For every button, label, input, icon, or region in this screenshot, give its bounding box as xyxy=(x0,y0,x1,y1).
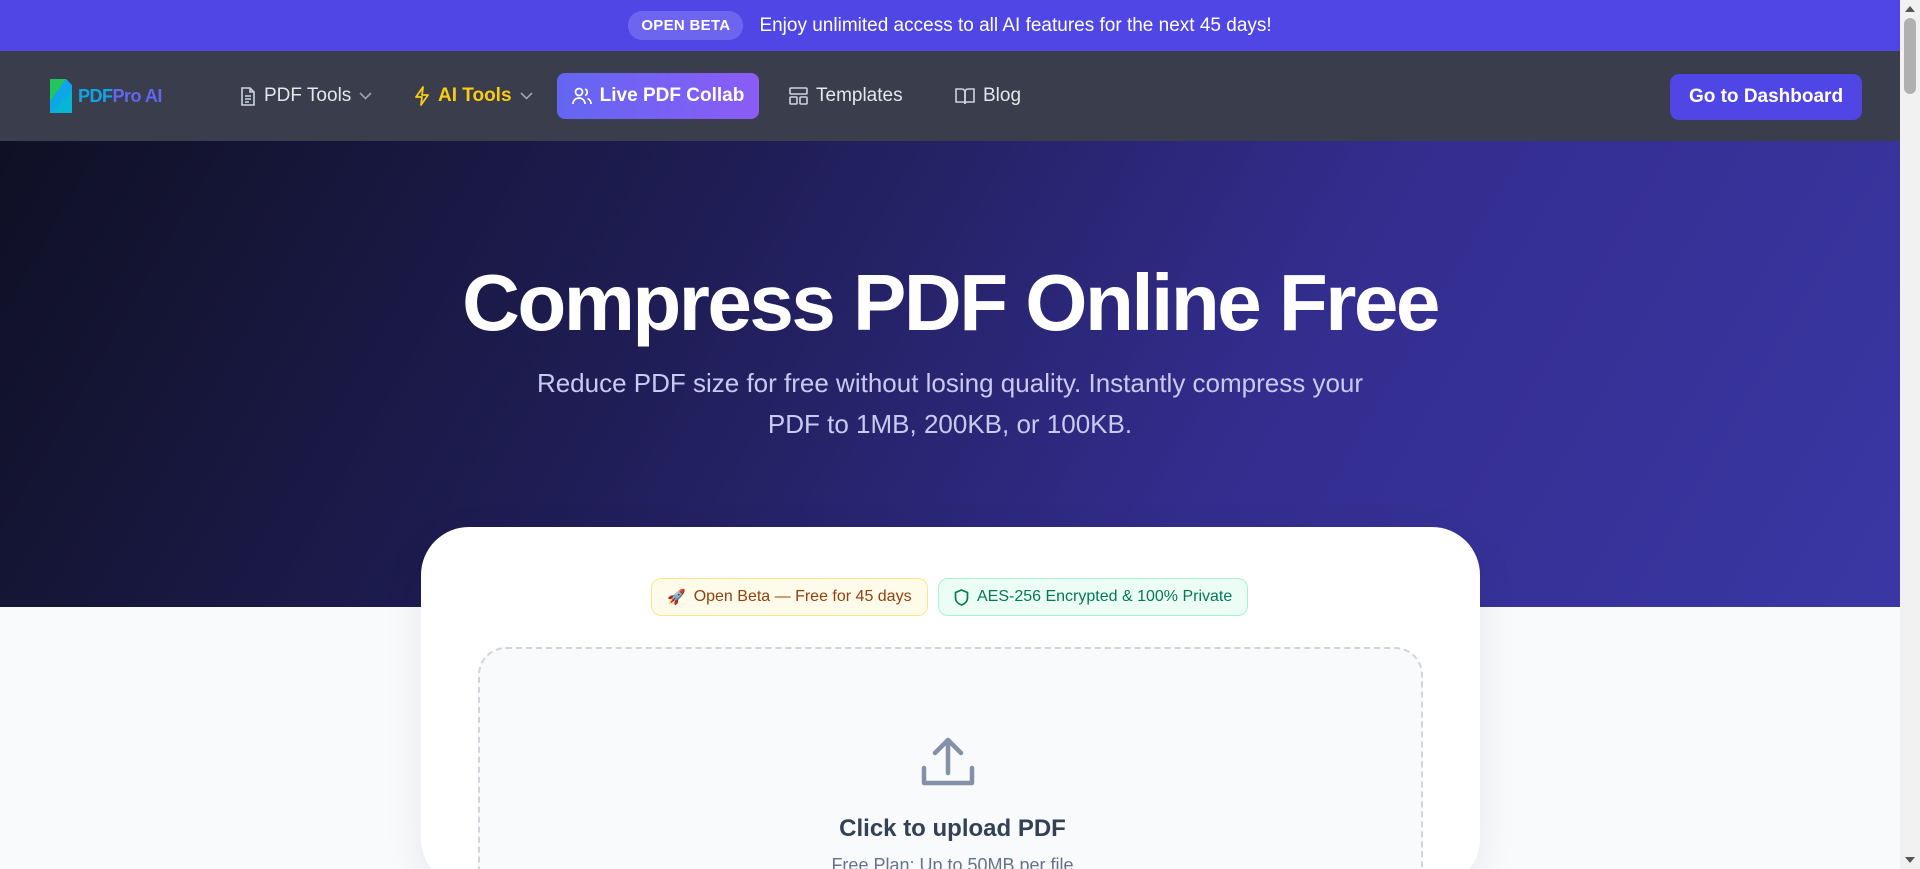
page-title: Compress PDF Online Free xyxy=(462,258,1440,347)
beta-banner: OPEN BETA Enjoy unlimited access to all … xyxy=(0,0,1900,51)
page-scrollbar[interactable] xyxy=(1900,0,1920,869)
shield-icon xyxy=(954,588,969,606)
logo-icon xyxy=(48,77,74,115)
scrollbar-thumb[interactable] xyxy=(1904,18,1916,94)
users-icon xyxy=(571,87,592,105)
go-to-dashboard-button[interactable]: Go to Dashboard xyxy=(1670,74,1862,120)
banner-text: Enjoy unlimited access to all AI feature… xyxy=(759,14,1272,36)
nav-templates-label: Templates xyxy=(816,85,903,106)
navbar: PDFPro AI PDF Tools AI Tools Live PDF Co… xyxy=(0,51,1900,141)
nav-blog-label: Blog xyxy=(983,85,1022,106)
open-beta-pill: OPEN BETA xyxy=(628,11,744,40)
live-pdf-collab-label: Live PDF Collab xyxy=(599,85,745,106)
lightning-icon xyxy=(415,86,429,106)
upload-dropzone[interactable]: Click to upload PDF Free Plan: Up to 50M… xyxy=(478,647,1423,869)
document-icon xyxy=(241,86,255,106)
upload-card: 🚀 Open Beta — Free for 45 days AES-256 E… xyxy=(421,527,1480,869)
chevron-down-icon xyxy=(519,92,533,100)
nav-pdf-tools[interactable]: PDF Tools xyxy=(240,73,372,119)
security-badge: AES-256 Encrypted & 100% Private xyxy=(938,578,1249,616)
upload-icon xyxy=(921,737,975,786)
scroll-down-arrow-icon[interactable] xyxy=(1905,857,1915,863)
nav-ai-tools[interactable]: AI Tools xyxy=(414,73,533,119)
nav-ai-tools-label: AI Tools xyxy=(438,85,512,106)
hero-subtitle: Reduce PDF size for free without losing … xyxy=(536,368,1364,439)
live-pdf-collab-button[interactable]: Live PDF Collab xyxy=(557,73,759,119)
chevron-down-icon xyxy=(359,92,372,100)
security-badge-label: AES-256 Encrypted & 100% Private xyxy=(977,588,1233,605)
layout-icon xyxy=(789,87,808,105)
logo[interactable]: PDFPro AI xyxy=(48,77,162,115)
upload-limit-text: Free Plan: Up to 50MB per file xyxy=(831,855,1074,869)
logo-text: PDFPro AI xyxy=(78,85,162,106)
open-beta-badge-label: Open Beta — Free for 45 days xyxy=(693,588,912,605)
scroll-up-arrow-icon[interactable] xyxy=(1905,6,1915,12)
open-beta-badge: 🚀 Open Beta — Free for 45 days xyxy=(651,578,928,616)
book-icon xyxy=(955,87,975,104)
nav-blog[interactable]: Blog xyxy=(955,73,1021,119)
rocket-icon: 🚀 xyxy=(667,589,686,606)
upload-title: Click to upload PDF xyxy=(839,815,1066,842)
nav-pdf-tools-label: PDF Tools xyxy=(264,85,352,106)
nav-templates[interactable]: Templates xyxy=(789,73,903,119)
